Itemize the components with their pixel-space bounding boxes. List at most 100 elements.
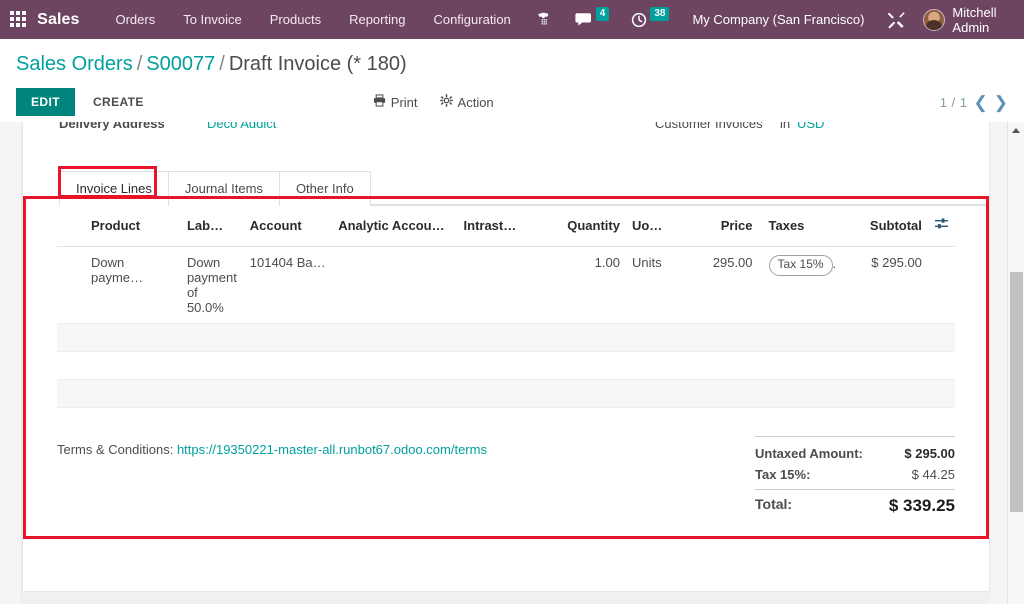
- user-name-label: Mitchell Admin: [952, 4, 997, 35]
- empty-row[interactable]: [57, 379, 955, 408]
- left-gutter: [0, 122, 22, 604]
- breadcrumb-sales-orders[interactable]: Sales Orders: [16, 53, 133, 75]
- scrollbar-thumb[interactable]: [1010, 272, 1023, 512]
- cell-account[interactable]: 101404 Ba…: [243, 246, 333, 324]
- form-viewport: Delivery Address Deco Addict Customer In…: [0, 122, 1024, 604]
- tax-suffix: .: [832, 256, 837, 271]
- printer-icon: [373, 94, 386, 110]
- untaxed-amount-value: $ 295.00: [904, 446, 955, 461]
- col-price[interactable]: Price: [696, 206, 759, 247]
- pager-value: 1 / 1: [939, 94, 968, 110]
- tools-icon[interactable]: [876, 0, 917, 39]
- currency-in-label: in: [780, 122, 791, 131]
- clock-icon: [632, 12, 647, 27]
- col-product[interactable]: Product: [57, 206, 181, 247]
- cell-taxes[interactable]: Tax 15%.: [758, 246, 848, 324]
- cell-analytic-account[interactable]: [332, 246, 458, 324]
- action-menu[interactable]: Action: [439, 94, 494, 110]
- invoice-lines-table: Product Lab… Account Analytic Accou… Int…: [57, 206, 955, 408]
- form-fields-clipped: Delivery Address Deco Addict Customer In…: [23, 122, 989, 140]
- col-subtotal[interactable]: Subtotal: [847, 206, 928, 247]
- tax-row: Tax 15%: $ 44.25: [755, 464, 955, 485]
- vertical-scrollbar[interactable]: [1007, 122, 1024, 604]
- chat-bubble-icon: [575, 12, 591, 25]
- terms-and-conditions: Terms & Conditions: https://19350221-mas…: [57, 436, 487, 457]
- col-label[interactable]: Lab…: [180, 206, 244, 247]
- col-quantity[interactable]: Quantity: [546, 206, 626, 247]
- form-sheet: Delivery Address Deco Addict Customer In…: [22, 122, 990, 592]
- menu-to-invoice[interactable]: To Invoice: [169, 0, 256, 39]
- cell-intrastat[interactable]: [457, 246, 546, 324]
- invoice-footer: Terms & Conditions: https://19350221-mas…: [57, 436, 955, 519]
- right-gutter: [990, 122, 1007, 604]
- cell-uom[interactable]: Units: [625, 246, 697, 324]
- breadcrumb-s00077[interactable]: S00077: [146, 53, 215, 75]
- col-account[interactable]: Account: [243, 206, 333, 247]
- untaxed-amount-row: Untaxed Amount: $ 295.00: [755, 443, 955, 464]
- tax-label: Tax 15%:: [755, 467, 811, 482]
- optional-columns-toggle[interactable]: [927, 206, 955, 247]
- user-avatar: [923, 8, 946, 31]
- col-intrastat[interactable]: Intrast…: [457, 206, 546, 247]
- total-label: Total:: [755, 496, 793, 512]
- menu-products[interactable]: Products: [256, 0, 335, 39]
- chevron-left-icon[interactable]: ❮: [974, 94, 988, 111]
- edit-button[interactable]: EDIT: [16, 88, 75, 116]
- breadcrumb-separator-2: /: [219, 53, 225, 75]
- messages-counter-badge: 4: [595, 6, 610, 21]
- cell-label[interactable]: Down payment of 50.0%: [180, 246, 244, 324]
- tab-journal-items[interactable]: Journal Items: [167, 171, 280, 206]
- currency-value[interactable]: USD: [797, 122, 824, 131]
- delivery-address-label: Delivery Address: [59, 122, 165, 131]
- row-gap: [57, 351, 955, 380]
- menu-reporting[interactable]: Reporting: [335, 0, 419, 39]
- col-analytic-account[interactable]: Analytic Accou…: [332, 206, 458, 247]
- cell-quantity[interactable]: 1.00: [546, 246, 626, 324]
- breadcrumb-current: Draft Invoice (* 180): [228, 53, 407, 75]
- messages-menu[interactable]: 4: [564, 0, 621, 39]
- app-brand-sales[interactable]: Sales: [37, 11, 79, 29]
- user-menu[interactable]: Mitchell Admin: [917, 5, 1024, 35]
- terms-label: Terms & Conditions:: [57, 442, 174, 457]
- tab-invoice-lines[interactable]: Invoice Lines: [59, 171, 169, 206]
- col-uom[interactable]: Uo…: [625, 206, 697, 247]
- control-panel: Sales Orders / S00077/Draft Invoice (* 180…: [0, 39, 1024, 124]
- top-navbar: Sales Orders To Invoice Products Reporti…: [0, 0, 1024, 39]
- company-switcher[interactable]: My Company (San Francisco): [680, 12, 876, 27]
- tax-value: $ 44.25: [911, 467, 955, 482]
- apps-grid-icon[interactable]: [10, 10, 27, 29]
- empty-row[interactable]: [57, 323, 955, 352]
- notebook-tabs: Invoice Lines Journal Items Other Info: [59, 170, 989, 206]
- create-button[interactable]: CREATE: [79, 88, 158, 116]
- phone-icon[interactable]: [525, 0, 564, 39]
- sliders-icon: [934, 216, 949, 234]
- scroll-up-arrow-icon[interactable]: [1012, 128, 1020, 133]
- total-value: $ 339.25: [888, 496, 955, 515]
- cell-subtotal[interactable]: $ 295.00: [847, 246, 928, 324]
- delivery-address-value[interactable]: Deco Addict: [207, 122, 276, 131]
- invoice-lines-body: Down payme… Down payment of 50.0% 101404…: [57, 246, 955, 408]
- terms-url-link[interactable]: https://19350221-master-all.runbot67.odo…: [177, 442, 487, 457]
- totals-block: Untaxed Amount: $ 295.00 Tax 15%: $ 44.2…: [755, 436, 955, 519]
- menu-configuration[interactable]: Configuration: [419, 0, 524, 39]
- invoice-lines-container: Product Lab… Account Analytic Accou… Int…: [57, 206, 955, 408]
- cell-product[interactable]: Down payme…: [57, 246, 181, 324]
- gear-icon: [439, 94, 453, 110]
- record-pager: 1 / 1 ❮ ❯: [940, 94, 1008, 111]
- print-menu[interactable]: Print: [373, 94, 418, 110]
- col-taxes[interactable]: Taxes: [758, 206, 848, 247]
- menu-orders[interactable]: Orders: [101, 0, 169, 39]
- breadcrumb: Sales Orders / S00077/Draft Invoice (* 180…: [16, 39, 1008, 80]
- untaxed-amount-label: Untaxed Amount:: [755, 446, 863, 461]
- cell-price[interactable]: 295.00: [696, 246, 759, 324]
- activities-menu[interactable]: 38: [620, 0, 680, 39]
- chevron-right-icon[interactable]: ❯: [994, 94, 1008, 111]
- table-row[interactable]: Down payme… Down payment of 50.0% 101404…: [57, 246, 955, 324]
- tax-badge: Tax 15%: [768, 255, 833, 276]
- print-label: Print: [390, 94, 418, 110]
- table-header-row: Product Lab… Account Analytic Accou… Int…: [57, 206, 955, 247]
- control-panel-actions: Print Action: [373, 94, 494, 110]
- total-row: Total: $ 339.25: [755, 489, 955, 519]
- action-label: Action: [457, 94, 494, 110]
- tab-other-info[interactable]: Other Info: [278, 171, 371, 206]
